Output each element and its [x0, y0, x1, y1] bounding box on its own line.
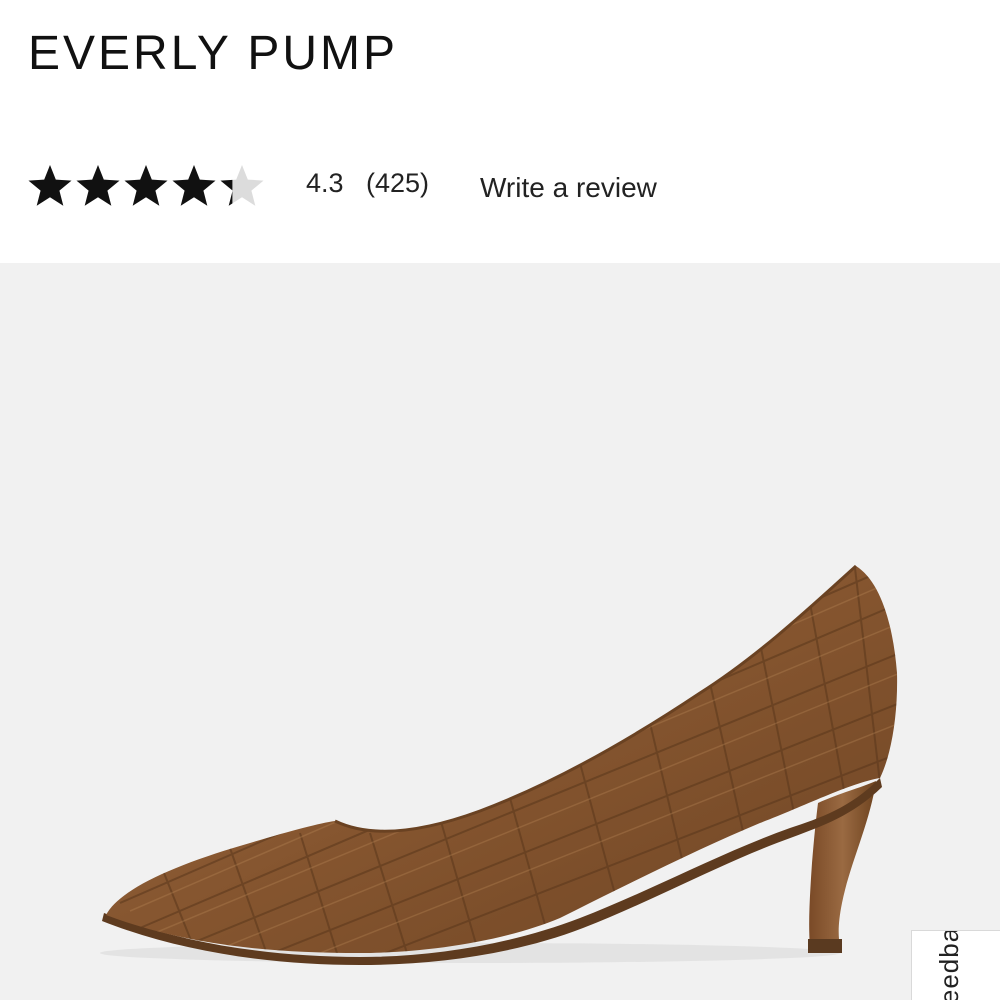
star-rating-graphic [28, 165, 264, 206]
product-image[interactable] [0, 263, 1000, 1000]
feedback-label: Feedback [934, 930, 964, 1000]
feedback-tab[interactable]: Feedback [911, 930, 1000, 1000]
star-rating[interactable] [26, 162, 271, 210]
write-review-link[interactable]: Write a review [480, 172, 657, 204]
shoe-image [100, 564, 898, 965]
rating-summary: 4.3 (425) Write a review [26, 158, 986, 214]
rating-value: 4.3 [306, 168, 344, 198]
stars-filled [28, 165, 233, 206]
review-count[interactable]: (425) [366, 168, 429, 199]
product-title: EVERLY PUMP [28, 27, 399, 80]
